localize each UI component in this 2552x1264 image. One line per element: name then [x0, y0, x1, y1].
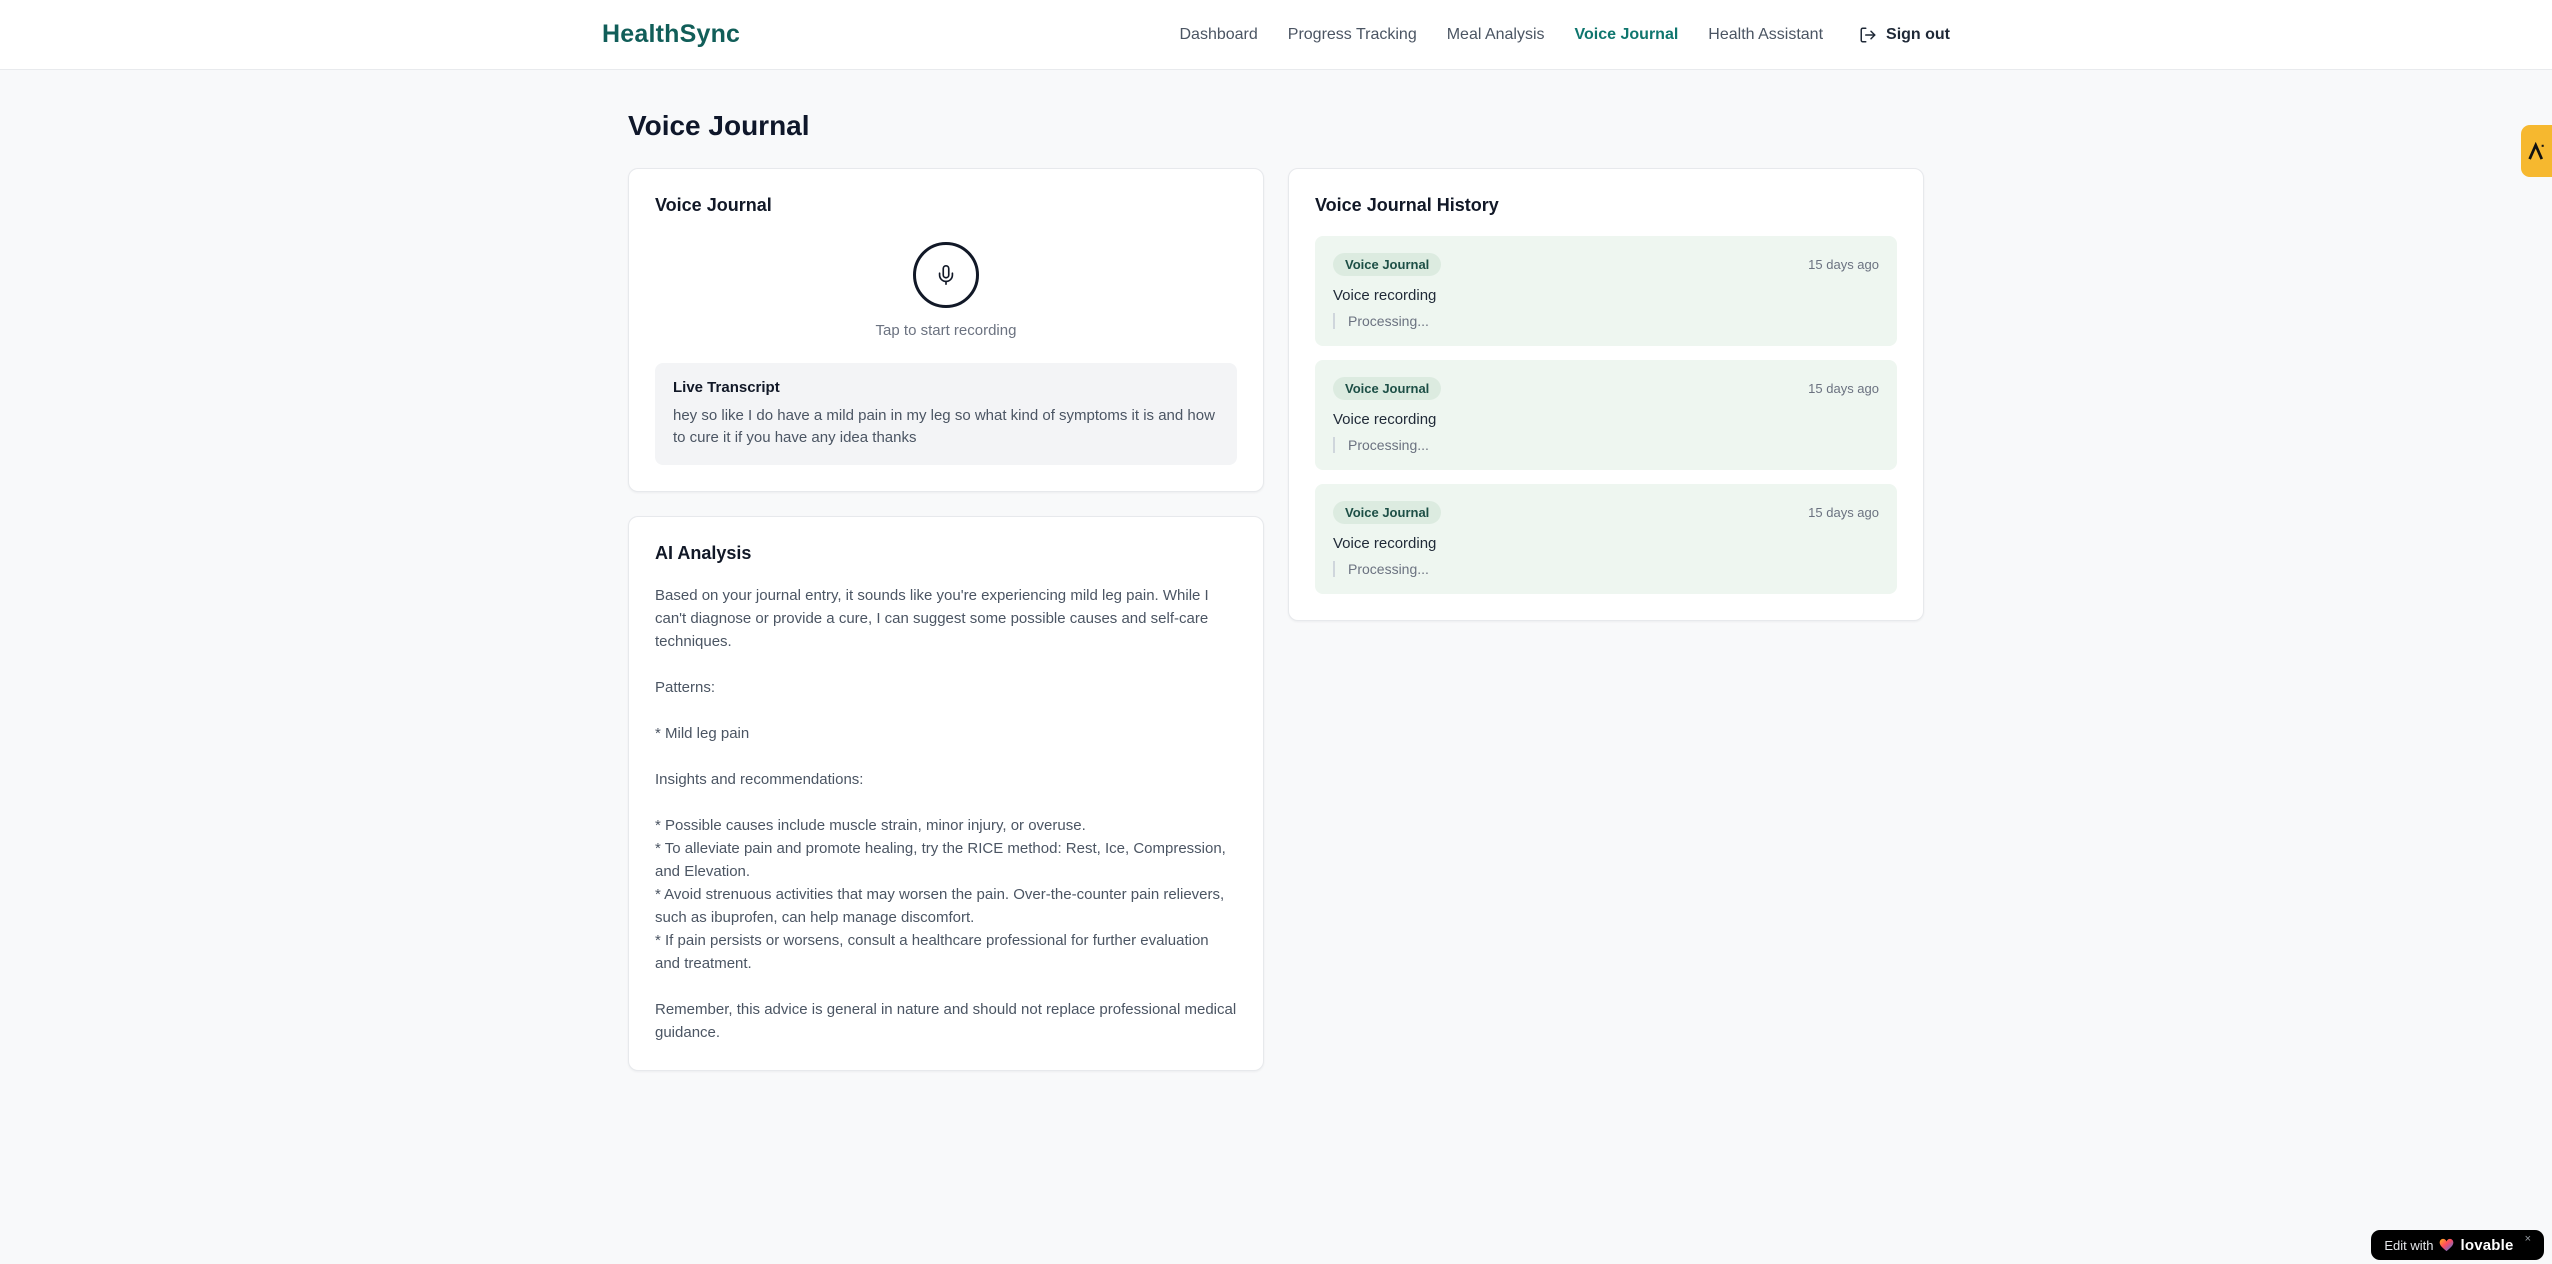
- entry-title: Voice recording: [1333, 535, 1437, 552]
- browser-extension-side-tab[interactable]: [2521, 125, 2552, 177]
- logout-icon: [1859, 26, 1877, 44]
- left-column: Voice Journal Tap to start recording Liv…: [628, 168, 1264, 1071]
- lovable-badge-brand: lovable: [2460, 1236, 2514, 1254]
- nav-item-progress-tracking[interactable]: Progress Tracking: [1288, 26, 1417, 44]
- history-entry[interactable]: Voice Journal 15 days ago Voice recordin…: [1315, 360, 1897, 470]
- entry-timestamp: 15 days ago: [1808, 257, 1879, 272]
- entry-timestamp: 15 days ago: [1808, 381, 1879, 396]
- voice-journal-history-card: Voice Journal History Voice Journal 15 d…: [1288, 168, 1924, 621]
- tap-to-record-hint: Tap to start recording: [875, 322, 1017, 339]
- live-transcript-panel: Live Transcript hey so like I do have a …: [655, 363, 1237, 465]
- main-nav: Dashboard Progress Tracking Meal Analysi…: [1180, 26, 1951, 44]
- entry-status: Processing...: [1333, 437, 1879, 453]
- microphone-icon: [935, 264, 957, 286]
- entry-title: Voice recording: [1333, 411, 1437, 428]
- history-entry[interactable]: Voice Journal 15 days ago Voice recordin…: [1315, 484, 1897, 594]
- sign-out-button[interactable]: Sign out: [1859, 26, 1950, 44]
- page-content: Voice Journal Voice Journal Tap to start…: [628, 70, 1924, 1071]
- sign-out-label: Sign out: [1886, 25, 1950, 43]
- ai-analysis-title: AI Analysis: [655, 543, 752, 563]
- history-entry[interactable]: Voice Journal 15 days ago Voice recordin…: [1315, 236, 1897, 346]
- entry-type-badge: Voice Journal: [1333, 377, 1442, 400]
- edit-with-lovable-badge[interactable]: Edit with lovable ×: [2371, 1230, 2544, 1260]
- right-column: Voice Journal History Voice Journal 15 d…: [1288, 168, 1924, 621]
- nav-item-meal-analysis[interactable]: Meal Analysis: [1447, 26, 1545, 44]
- nav-item-dashboard[interactable]: Dashboard: [1180, 26, 1258, 44]
- voice-recorder-card: Voice Journal Tap to start recording Liv…: [628, 168, 1264, 492]
- entry-title: Voice recording: [1333, 287, 1437, 304]
- page-title: Voice Journal: [628, 110, 810, 141]
- nav-item-voice-journal[interactable]: Voice Journal: [1575, 26, 1679, 44]
- nav-item-health-assistant[interactable]: Health Assistant: [1708, 26, 1823, 44]
- lovable-badge-prefix: Edit with: [2384, 1237, 2434, 1253]
- live-transcript-text: hey so like I do have a mild pain in my …: [673, 407, 1215, 446]
- live-transcript-label: Live Transcript: [673, 379, 780, 396]
- top-navbar: HealthSync Dashboard Progress Tracking M…: [0, 0, 2552, 70]
- entry-timestamp: 15 days ago: [1808, 505, 1879, 520]
- ai-analysis-card: AI Analysis Based on your journal entry,…: [628, 516, 1264, 1071]
- ai-analysis-body: Based on your journal entry, it sounds l…: [655, 587, 1237, 1041]
- a-monogram-icon: [2527, 141, 2546, 161]
- record-button[interactable]: [913, 242, 979, 308]
- entry-type-badge: Voice Journal: [1333, 253, 1442, 276]
- entry-status: Processing...: [1333, 561, 1879, 577]
- history-list: Voice Journal 15 days ago Voice recordin…: [1315, 236, 1897, 594]
- history-card-title: Voice Journal History: [1315, 195, 1499, 215]
- close-icon[interactable]: ×: [2525, 1233, 2531, 1245]
- recorder-card-title: Voice Journal: [655, 195, 772, 215]
- heart-icon: [2439, 1238, 2454, 1252]
- entry-type-badge: Voice Journal: [1333, 501, 1442, 524]
- entry-status: Processing...: [1333, 313, 1879, 329]
- brand-logo[interactable]: HealthSync: [602, 20, 740, 49]
